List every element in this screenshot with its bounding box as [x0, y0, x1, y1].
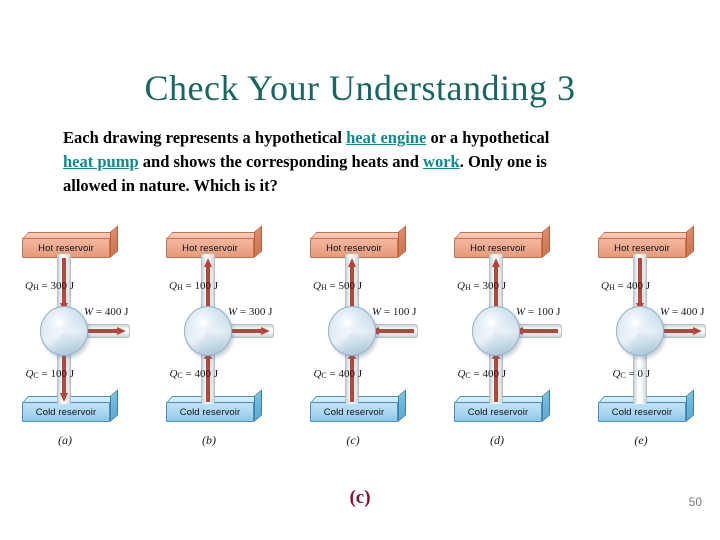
hot-heat-label: QH = 500 J: [313, 280, 362, 292]
panel-caption: (d): [490, 433, 504, 447]
cold-heat-arrow-shaft: [494, 358, 498, 402]
cold-reservoir-block-side-face: [686, 389, 694, 422]
cold-heat-label: QC = 100 J: [25, 368, 74, 380]
engine-disc: [184, 306, 232, 356]
cold-heat-label: QC = 0 J: [612, 368, 650, 380]
work-arrow: [658, 327, 702, 335]
cold-reservoir-block-side-face: [398, 389, 406, 422]
hot-reservoir-block-side-face: [542, 225, 550, 258]
hot-heat-label: QH = 300 J: [25, 280, 74, 292]
hot-heat-arrow-head: [204, 258, 212, 267]
question-text-segment-2: or a hypothetical: [426, 128, 550, 147]
diagram-panel-a: Hot reservoir Cold reservoir QH = 300 J QC …: [0, 225, 144, 468]
glossary-link-work[interactable]: work: [423, 152, 460, 171]
work-label: W = 300 J: [228, 306, 273, 318]
cold-heat-arrow-shaft: [350, 358, 354, 402]
engine-disc: [328, 306, 376, 356]
cold-heat-label: QC = 400 J: [313, 368, 362, 380]
glossary-link-heat-pump[interactable]: heat pump: [63, 152, 139, 171]
cold-reservoir-block-side-face: [542, 389, 550, 422]
work-label: W = 400 J: [660, 306, 705, 318]
hot-heat-arrow-head: [348, 258, 356, 267]
glossary-link-heat-engine[interactable]: heat engine: [346, 128, 426, 147]
work-arrow: [514, 327, 558, 335]
panel-caption: (a): [58, 433, 72, 447]
diagram-panel-d: Hot reservoir Cold reservoir QH = 300 J QC …: [432, 225, 576, 468]
engine-disc: [472, 306, 520, 356]
answer-label: (c): [349, 487, 371, 508]
work-arrow: [82, 327, 126, 335]
diagram-panel-e: Hot reservoir Cold reservoir QH = 400 J QC …: [576, 225, 720, 468]
panel-caption: (b): [202, 433, 216, 447]
cold-reservoir-block-label: Cold reservoir: [310, 402, 398, 422]
engine-disc: [616, 306, 664, 356]
question-paragraph: Each drawing represents a hypothetical h…: [63, 126, 573, 198]
work-arrow-head: [117, 327, 126, 335]
cold-reservoir-block-side-face: [254, 389, 262, 422]
diagram-panel-c: Hot reservoir Cold reservoir QH = 500 J QC …: [288, 225, 432, 468]
cold-reservoir-block-label: Cold reservoir: [22, 402, 110, 422]
page-title: Check Your Understanding 3: [144, 68, 576, 109]
work-arrow-head: [693, 327, 702, 335]
hot-heat-label: QH = 100 J: [169, 280, 218, 292]
cold-reservoir-block-label: Cold reservoir: [598, 402, 686, 422]
hot-heat-label: QH = 400 J: [601, 280, 650, 292]
hot-reservoir-block-side-face: [686, 225, 694, 258]
cold-reservoir-block-label: Cold reservoir: [166, 402, 254, 422]
cold-heat-arrow-head: [60, 393, 68, 402]
panel-caption: (e): [634, 433, 648, 447]
engine-disc: [40, 306, 88, 356]
work-label: W = 400 J: [84, 306, 129, 318]
cold-heat-arrow-shaft: [206, 358, 210, 402]
work-arrow-shaft: [379, 329, 414, 333]
diagram-panel-b: Hot reservoir Cold reservoir QH = 100 J QC …: [144, 225, 288, 468]
cold-reservoir-block-side-face: [110, 389, 118, 422]
page-number: 50: [688, 495, 702, 509]
work-arrow-shaft: [523, 329, 558, 333]
hot-heat-arrow-head: [492, 258, 500, 267]
hot-reservoir-block-side-face: [254, 225, 262, 258]
heat-engine-diagram-figure: Hot reservoir Cold reservoir QH = 300 J QC …: [0, 225, 720, 468]
hot-reservoir-block-side-face: [110, 225, 118, 258]
panel-caption: (c): [346, 433, 360, 447]
hot-heat-label: QH = 300 J: [457, 280, 506, 292]
work-label: W = 100 J: [372, 306, 417, 318]
hot-reservoir-block-side-face: [398, 225, 406, 258]
work-label: W = 100 J: [516, 306, 561, 318]
question-text-segment-4: and shows the corresponding heats and: [138, 151, 424, 171]
cold-heat-label: QC = 400 J: [457, 368, 506, 380]
work-arrow: [226, 327, 270, 335]
work-arrow: [370, 327, 414, 335]
question-text-segment-0: Each drawing represents a hypothetical: [63, 128, 347, 147]
cold-reservoir-block-label: Cold reservoir: [454, 402, 542, 422]
work-arrow-head: [261, 327, 270, 335]
cold-heat-label: QC = 400 J: [169, 368, 218, 380]
